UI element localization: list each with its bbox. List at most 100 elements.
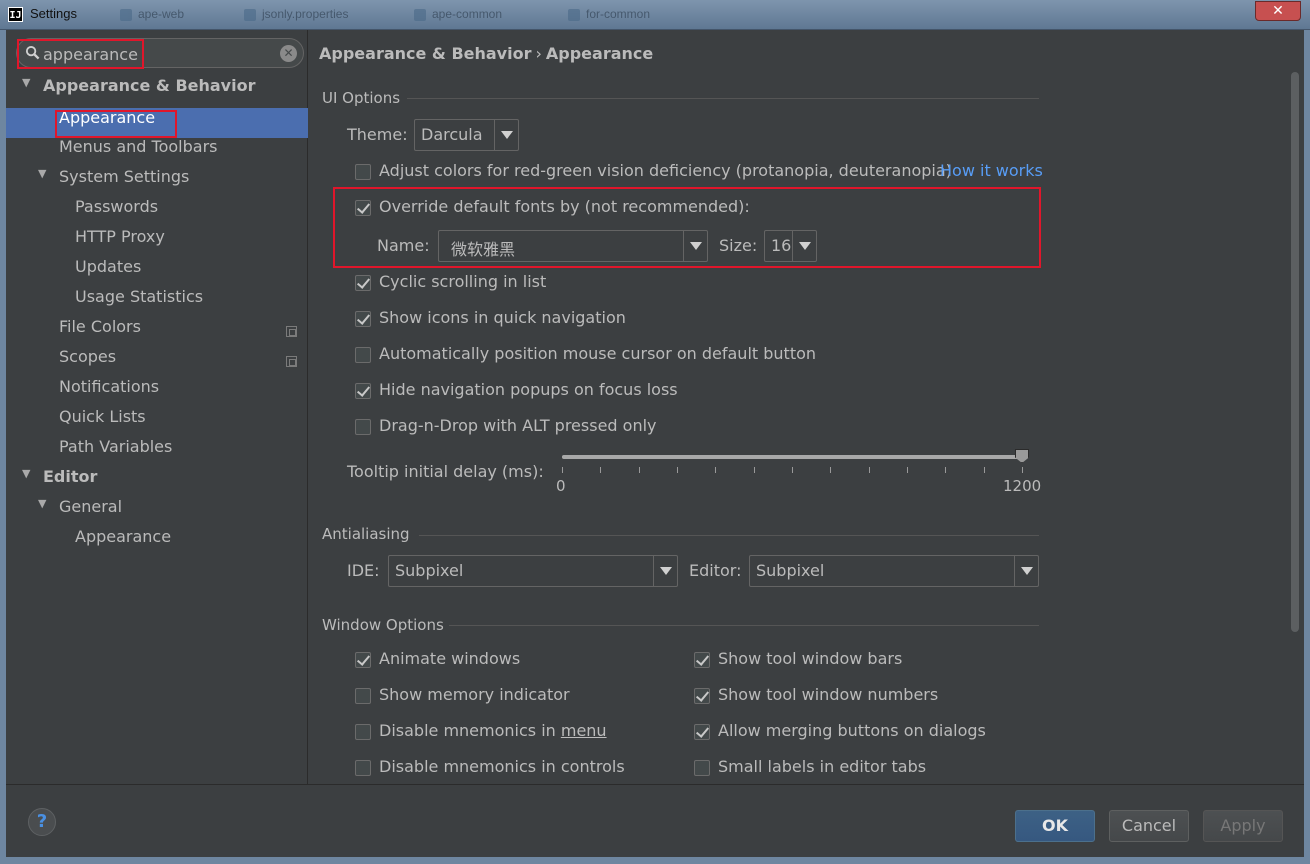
font-name-value: 微软雅黑: [451, 240, 516, 259]
hide-popups-checkbox[interactable]: [355, 383, 371, 399]
editor-antialiasing-dropdown[interactable]: Subpixel: [749, 555, 1039, 587]
tree-item-label: File Colors: [59, 317, 141, 336]
background-tab: for-common: [566, 7, 650, 24]
tooltip-delay-label: Tooltip initial delay (ms):: [347, 462, 544, 481]
tree-item-scopes[interactable]: Scopes: [6, 347, 308, 377]
slider-thumb[interactable]: [1015, 449, 1029, 463]
tree-item-usage-statistics[interactable]: Usage Statistics: [6, 287, 308, 317]
tooltip-delay-slider[interactable]: [562, 449, 1029, 463]
tree-item-passwords[interactable]: Passwords: [6, 197, 308, 227]
tree-item-general[interactable]: ▼ General: [6, 497, 308, 527]
small-labels-checkbox[interactable]: [694, 760, 710, 776]
show-memory-checkbox[interactable]: [355, 688, 371, 704]
scrollbar-thumb[interactable]: [1291, 72, 1299, 632]
slider-tick: [907, 467, 908, 473]
settings-content: Appearance & Behavior › Appearance UI Opti…: [309, 30, 1304, 784]
expand-arrow-icon[interactable]: ▼: [38, 167, 50, 180]
section-title-antialiasing: Antialiasing: [322, 525, 410, 543]
cyclic-scrolling-checkbox[interactable]: [355, 275, 371, 291]
tree-item-path-variables[interactable]: Path Variables: [6, 437, 308, 467]
drag-drop-checkbox[interactable]: [355, 419, 371, 435]
window-close-button[interactable]: ✕: [1255, 1, 1301, 21]
expand-arrow-icon[interactable]: ▼: [22, 467, 34, 480]
chevron-down-icon[interactable]: [792, 231, 816, 261]
theme-value: Darcula: [421, 125, 483, 144]
clear-search-icon[interactable]: ✕: [280, 45, 297, 62]
slider-tick: [984, 467, 985, 473]
theme-label: Theme:: [347, 125, 408, 144]
font-name-dropdown[interactable]: 微软雅黑: [438, 230, 708, 262]
hide-popups-label: Hide navigation popups on focus loss: [379, 380, 678, 399]
show-icons-label: Show icons in quick navigation: [379, 308, 626, 327]
ide-antialiasing-dropdown[interactable]: Subpixel: [388, 555, 678, 587]
window-title: Settings: [30, 6, 77, 21]
tree-item-label: System Settings: [59, 167, 190, 186]
tree-item-file-colors[interactable]: File Colors: [6, 317, 308, 347]
intellij-app-icon: IJ: [8, 7, 23, 22]
tree-item-appearance-behavior[interactable]: ▼ Appearance & Behavior: [6, 76, 308, 106]
content-scrollbar[interactable]: [1289, 70, 1301, 635]
search-input[interactable]: [43, 43, 273, 65]
apply-button[interactable]: Apply: [1203, 810, 1283, 842]
tree-item-label: Scopes: [59, 347, 117, 366]
adjust-colors-checkbox[interactable]: [355, 164, 371, 180]
slider-tick: [715, 467, 716, 473]
tree-item-label: Editor: [43, 467, 98, 486]
expand-arrow-icon[interactable]: ▼: [22, 76, 34, 89]
tree-item-label: Appearance: [75, 527, 172, 546]
window-frame-right: [1304, 30, 1310, 864]
cancel-button[interactable]: Cancel: [1109, 810, 1189, 842]
settings-search[interactable]: ✕: [16, 38, 304, 68]
disable-mnemonics-controls-checkbox[interactable]: [355, 760, 371, 776]
chevron-down-icon[interactable]: [653, 556, 677, 586]
ok-button[interactable]: OK: [1015, 810, 1095, 842]
section-divider: [407, 98, 1039, 99]
title-bar: IJ Settings ape-web jsonly.properties ap…: [0, 0, 1310, 30]
show-icons-checkbox[interactable]: [355, 311, 371, 327]
theme-dropdown[interactable]: Darcula: [414, 119, 519, 151]
adjust-colors-label: Adjust colors for red-green vision defic…: [379, 161, 952, 180]
tree-item-appearance[interactable]: Appearance: [6, 108, 308, 138]
drag-drop-label: Drag-n-Drop with ALT pressed only: [379, 416, 657, 435]
breadcrumb-separator: ›: [535, 44, 542, 63]
allow-merging-checkbox[interactable]: [694, 724, 710, 740]
expand-arrow-icon[interactable]: ▼: [38, 497, 50, 510]
override-fonts-checkbox[interactable]: [355, 200, 371, 216]
ide-antialiasing-value: Subpixel: [395, 561, 464, 580]
tree-item-updates[interactable]: Updates: [6, 257, 308, 287]
slider-tick: [830, 467, 831, 473]
help-button[interactable]: ?: [28, 808, 56, 836]
disable-mnemonics-menu-checkbox[interactable]: [355, 724, 371, 740]
background-tab: ape-common: [412, 7, 502, 24]
auto-position-checkbox[interactable]: [355, 347, 371, 363]
background-tab: jsonly.properties: [242, 7, 348, 24]
chevron-down-icon[interactable]: [1014, 556, 1038, 586]
tree-item-label: General: [59, 497, 123, 516]
breadcrumb-part: Appearance: [545, 44, 654, 63]
tree-item-quick-lists[interactable]: Quick Lists: [6, 407, 308, 437]
tree-item-editor[interactable]: ▼ Editor: [6, 467, 308, 497]
chevron-down-icon[interactable]: [683, 231, 707, 261]
section-divider: [419, 535, 1039, 536]
show-tool-bars-checkbox[interactable]: [694, 652, 710, 668]
disable-mnemonics-controls-label: Disable mnemonics in controls: [379, 757, 625, 776]
show-memory-label: Show memory indicator: [379, 685, 570, 704]
tree-item-menus-toolbars[interactable]: Menus and Toolbars: [6, 137, 308, 167]
animate-windows-checkbox[interactable]: [355, 652, 371, 668]
font-name-label: Name:: [377, 236, 430, 255]
chevron-down-icon[interactable]: [494, 120, 518, 150]
slider-tick: [792, 467, 793, 473]
tree-item-system-settings[interactable]: ▼ System Settings: [6, 167, 308, 197]
cyclic-scrolling-label: Cyclic scrolling in list: [379, 272, 547, 291]
breadcrumb: Appearance & Behavior › Appearance: [319, 44, 653, 63]
tree-item-editor-appearance[interactable]: Appearance: [6, 527, 308, 557]
font-size-dropdown[interactable]: 16: [764, 230, 817, 262]
show-tool-bars-label: Show tool window bars: [718, 649, 903, 668]
tree-item-notifications[interactable]: Notifications: [6, 377, 308, 407]
section-title-ui-options: UI Options: [322, 89, 401, 107]
tree-item-label: Notifications: [59, 377, 160, 396]
tree-item-http-proxy[interactable]: HTTP Proxy: [6, 227, 308, 257]
show-tool-numbers-checkbox[interactable]: [694, 688, 710, 704]
font-size-label: Size:: [719, 236, 758, 255]
how-it-works-link[interactable]: How it works: [940, 161, 1043, 180]
